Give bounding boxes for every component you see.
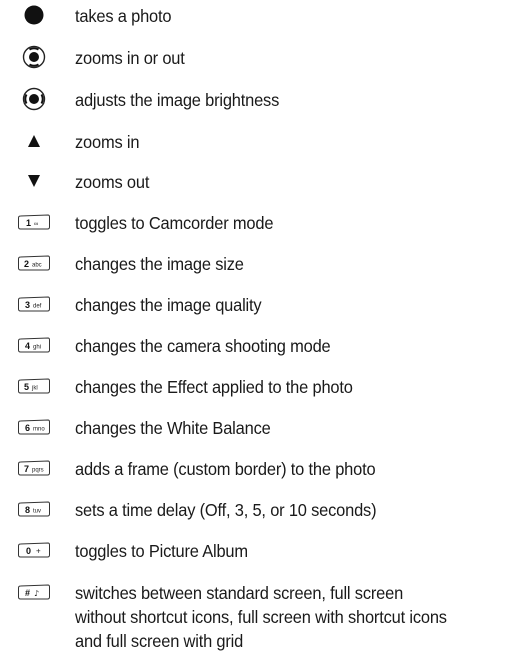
description-line: without shortcut icons, full screen with…	[75, 607, 447, 627]
navigation-key-left-right-icon	[0, 87, 68, 111]
item-description: adjusts the image brightness	[75, 90, 280, 110]
item-description: changes the image size	[75, 254, 244, 274]
item-description: changes the camera shooting mode	[75, 336, 331, 356]
down-triangle-icon	[0, 170, 68, 192]
item-description: zooms in or out	[75, 48, 185, 68]
key-main-glyph: 1	[26, 218, 31, 228]
key-0-icon: 0 +	[0, 539, 68, 561]
key-sub-glyph: ∞	[34, 222, 38, 228]
key-4-icon: 4 ghi	[0, 334, 68, 356]
key-hash-icon: # ♪	[0, 581, 68, 603]
key-sub-glyph: pqrs	[32, 468, 44, 474]
item-description: switches between standard screen, full s…	[75, 581, 517, 653]
description-line: switches between standard screen, full s…	[75, 583, 404, 603]
key-main-glyph: 3	[25, 300, 30, 310]
description-line: and full screen with grid	[75, 631, 244, 651]
item-description: changes the image quality	[75, 295, 262, 315]
key-sub-glyph: +	[36, 547, 41, 556]
solid-circle-button-icon	[0, 4, 68, 26]
item-description: adds a frame (custom border) to the phot…	[75, 459, 376, 479]
key-1-icon: 1 ∞	[0, 211, 68, 233]
key-sub-glyph: jkl	[31, 386, 38, 392]
item-description: takes a photo	[75, 6, 172, 26]
key-main-glyph: 8	[25, 505, 30, 515]
up-triangle-icon	[0, 130, 68, 152]
key-main-glyph: 5	[24, 382, 29, 392]
key-main-glyph: 4	[25, 341, 30, 351]
key-main-glyph: 2	[24, 259, 29, 269]
item-description: sets a time delay (Off, 3, 5, or 10 seco…	[75, 500, 377, 520]
item-description: changes the Effect applied to the photo	[75, 377, 353, 397]
item-description: toggles to Camcorder mode	[75, 213, 274, 233]
key-6-icon: 6 mno	[0, 416, 68, 438]
key-main-glyph: 0	[26, 546, 31, 556]
item-description: toggles to Picture Album	[75, 541, 248, 561]
key-sub-glyph: tuv	[33, 509, 41, 515]
key-5-icon: 5 jkl	[0, 375, 68, 397]
key-main-glyph: #	[25, 588, 30, 598]
item-description: zooms in	[75, 132, 140, 152]
key-sub-glyph: def	[33, 304, 42, 310]
item-description: changes the White Balance	[75, 418, 271, 438]
key-main-glyph: 7	[24, 464, 29, 474]
key-sub-glyph: ghi	[33, 345, 41, 351]
key-2-icon: 2 abc	[0, 252, 68, 274]
camera-shortcut-list: takes a photo zooms in or out adjusts th…	[0, 0, 525, 653]
key-7-icon: 7 pqrs	[0, 457, 68, 479]
key-sub-glyph: ♪	[34, 589, 39, 598]
navigation-key-up-down-icon	[0, 45, 68, 69]
key-sub-glyph: abc	[32, 263, 42, 269]
item-description: zooms out	[75, 172, 150, 192]
key-8-icon: 8 tuv	[0, 498, 68, 520]
key-3-icon: 3 def	[0, 293, 68, 315]
key-main-glyph: 6	[25, 423, 30, 433]
key-sub-glyph: mno	[33, 427, 45, 433]
